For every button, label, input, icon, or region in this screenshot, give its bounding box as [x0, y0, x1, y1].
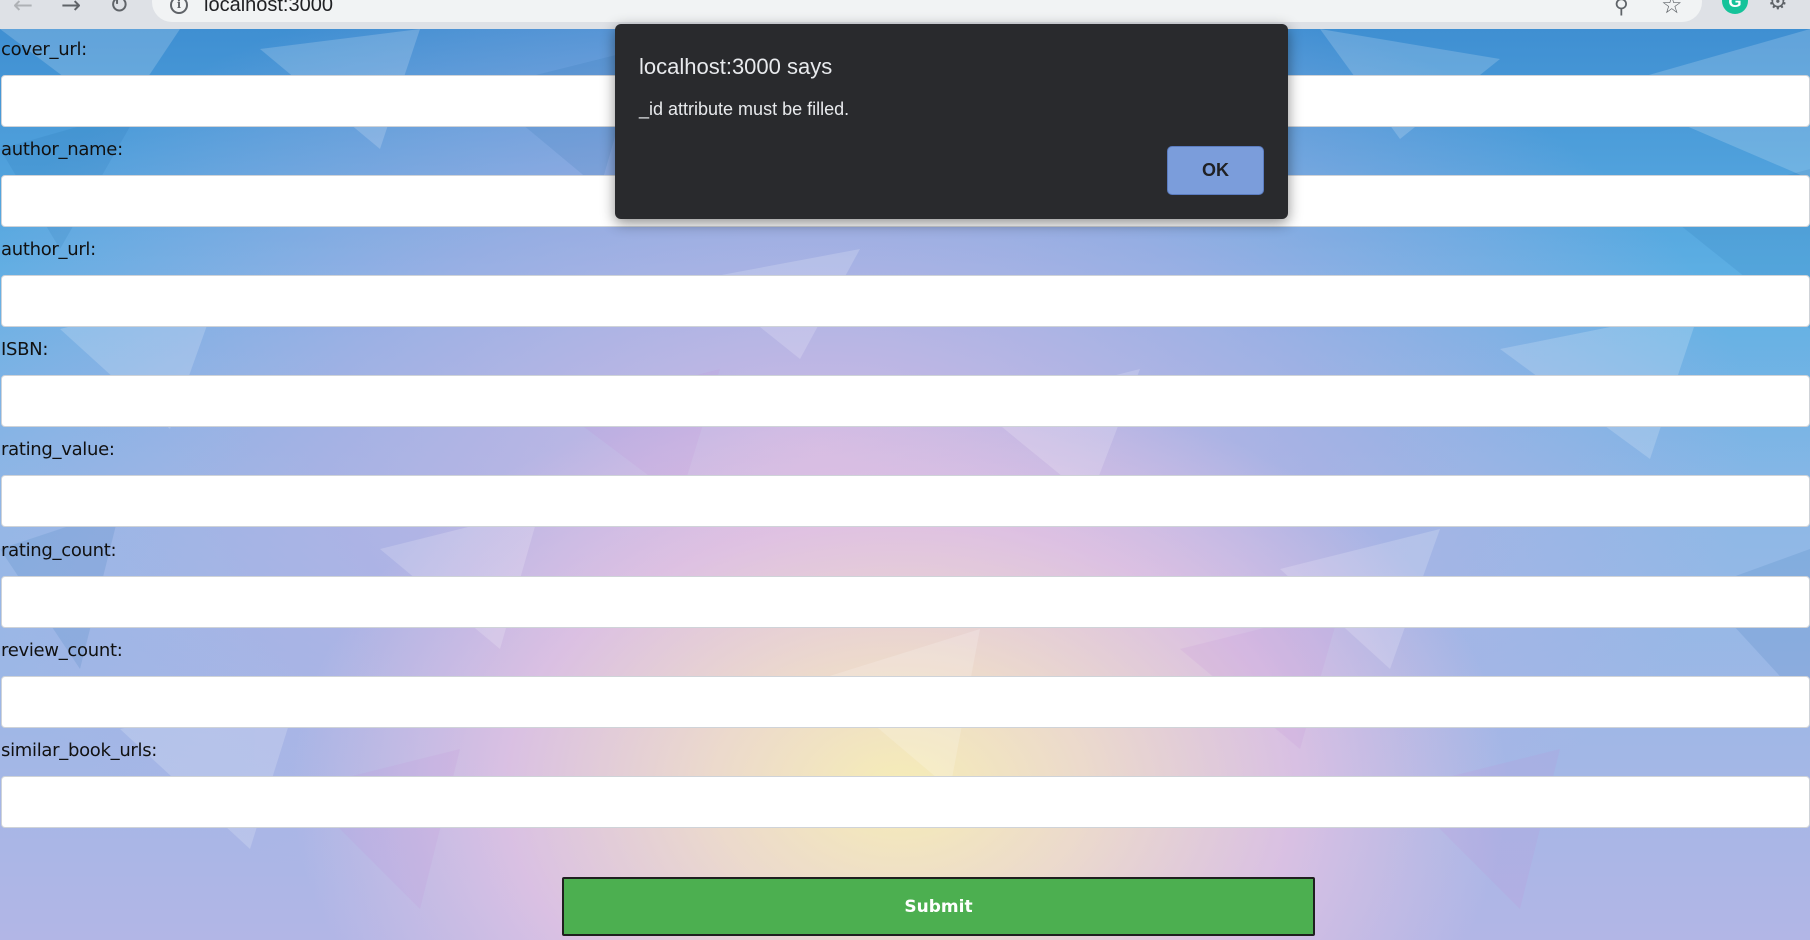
- dialog-title: localhost:3000 says: [639, 54, 833, 79]
- zoom-icon[interactable]: ⚲: [1614, 0, 1629, 18]
- similar-book-urls-input[interactable]: [1, 776, 1810, 828]
- review-count-label: review_count:: [1, 640, 123, 661]
- rating-value-label: rating_value:: [1, 439, 115, 460]
- isbn-input[interactable]: [1, 375, 1810, 427]
- reload-icon[interactable]: ↻: [106, 0, 132, 18]
- back-arrow-icon[interactable]: ←: [10, 0, 36, 18]
- ok-button[interactable]: OK: [1167, 146, 1264, 195]
- review-count-input[interactable]: [1, 676, 1810, 728]
- author-name-label: author_name:: [1, 139, 123, 160]
- forward-arrow-icon[interactable]: →: [58, 0, 84, 18]
- alert-dialog: localhost:3000 says _id attribute must b…: [615, 24, 1288, 219]
- dialog-message: _id attribute must be filled.: [639, 99, 850, 119]
- isbn-label: ISBN:: [1, 339, 49, 360]
- similar-book-urls-label: similar_book_urls:: [1, 740, 158, 761]
- puzzle-icon[interactable]: ⚙: [1768, 0, 1788, 15]
- rating-count-label: rating_count:: [1, 540, 117, 561]
- info-icon[interactable]: i: [170, 0, 188, 14]
- rating-value-input[interactable]: [1, 475, 1810, 527]
- author-url-input[interactable]: [1, 275, 1810, 327]
- author-url-label: author_url:: [1, 239, 96, 260]
- rating-count-input[interactable]: [1, 576, 1810, 628]
- grammarly-icon[interactable]: G: [1722, 0, 1748, 14]
- star-icon[interactable]: ☆: [1661, 0, 1683, 19]
- address-bar-url[interactable]: localhost:3000: [204, 0, 333, 17]
- cover-url-label: cover_url:: [1, 39, 87, 60]
- submit-button[interactable]: Submit: [562, 877, 1315, 936]
- address-bar[interactable]: i localhost:3000 ⚲ ☆: [152, 0, 1702, 22]
